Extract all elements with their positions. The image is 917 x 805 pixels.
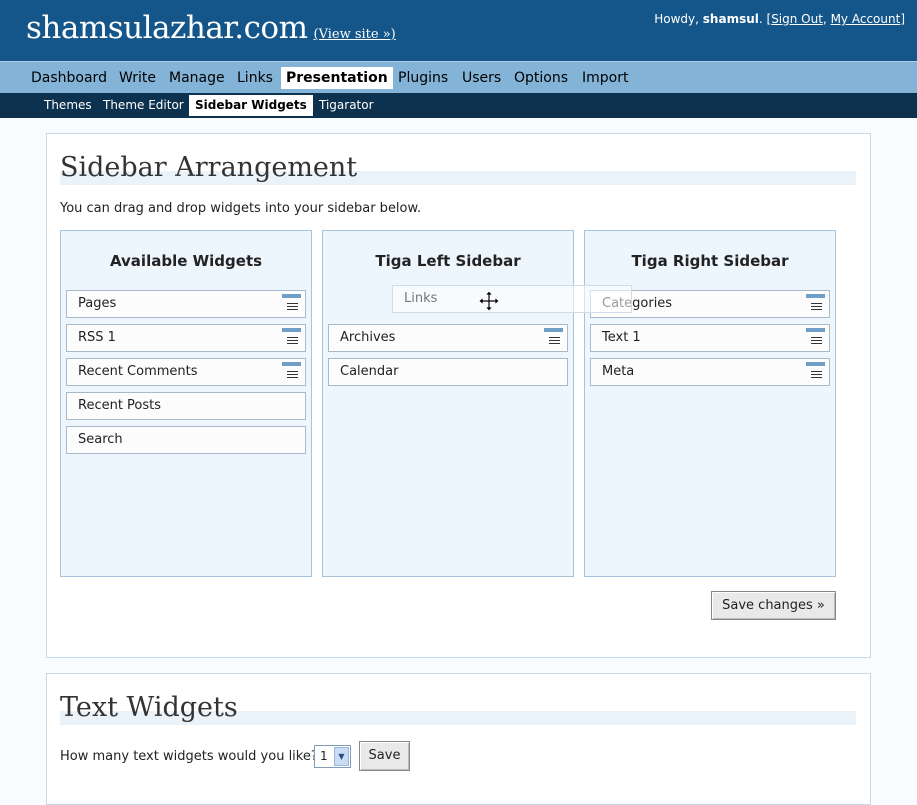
tiga-right-sidebar[interactable]: Tiga Right Sidebar Categories Text 1 Met… — [584, 230, 836, 577]
sub-menu: Themes Theme Editor Sidebar Widgets Tiga… — [0, 93, 917, 118]
widget-label: Recent Posts — [78, 398, 162, 413]
menu-plugins[interactable]: Plugins — [393, 67, 453, 89]
select-value: 1 — [320, 749, 328, 763]
menu-dashboard[interactable]: Dashboard — [26, 67, 112, 89]
username: shamsul — [702, 12, 759, 26]
widget-label: Archives — [340, 330, 396, 345]
user-info: Howdy, shamsul. [Sign Out, My Account] — [654, 12, 905, 26]
text-widgets-panel: Text Widgets How many text widgets would… — [46, 673, 871, 805]
widget-calendar[interactable]: Calendar — [328, 358, 568, 386]
widget-label: Search — [78, 432, 123, 447]
widget-label: Recent Comments — [78, 364, 198, 379]
available-widgets-title: Available Widgets — [109, 252, 263, 270]
widget-label: RSS 1 — [78, 330, 116, 345]
submenu-tigarator[interactable]: Tigarator — [313, 95, 380, 116]
view-site-link[interactable]: (View site ») — [314, 27, 396, 42]
user-info-close: ] — [900, 12, 905, 26]
intro-text: You can drag and drop widgets into your … — [60, 201, 422, 216]
site-title-text: shamsulazhar.com — [26, 10, 308, 46]
my-account-link[interactable]: My Account — [831, 12, 901, 26]
user-info-sep: . [ — [758, 12, 772, 26]
widget-options-icon[interactable] — [806, 362, 825, 382]
widget-label: Meta — [602, 364, 635, 379]
move-cursor-icon — [479, 291, 499, 311]
widget-label: Pages — [78, 296, 117, 311]
menu-import[interactable]: Import — [577, 67, 633, 89]
user-info-comma: , — [822, 12, 831, 26]
howdy-label: Howdy, — [654, 12, 703, 26]
widget-label: Text 1 — [602, 330, 641, 345]
widget-options-icon[interactable] — [806, 328, 825, 348]
text-widgets-question: How many text widgets would you like? — [60, 749, 318, 764]
widget-rss-1[interactable]: RSS 1 — [66, 324, 306, 352]
menu-links[interactable]: Links — [232, 67, 278, 89]
widget-options-icon[interactable] — [806, 294, 825, 314]
text-widgets-count-select[interactable]: 1 ▼ — [314, 745, 351, 768]
widget-label: Links — [404, 291, 438, 306]
widget-options-icon[interactable] — [282, 328, 301, 348]
widget-pages[interactable]: Pages — [66, 290, 306, 318]
text-widgets-title: Text Widgets — [60, 692, 238, 723]
sign-out-link[interactable]: Sign Out — [771, 12, 823, 26]
widget-options-icon[interactable] — [544, 328, 563, 348]
chevron-down-icon[interactable]: ▼ — [334, 747, 349, 766]
widget-options-icon[interactable] — [282, 362, 301, 382]
page-title: Sidebar Arrangement — [60, 152, 358, 183]
text-widgets-save-button[interactable]: Save — [359, 741, 410, 771]
admin-header: shamsulazhar.com (View site ») Howdy, sha… — [0, 0, 917, 61]
submenu-sidebar-widgets[interactable]: Sidebar Widgets — [189, 95, 313, 116]
widget-archives[interactable]: Archives — [328, 324, 568, 352]
available-widgets-list[interactable]: Available Widgets Pages RSS 1 Recent Com… — [60, 230, 312, 577]
sidebar-arrangement-panel: Sidebar Arrangement You can drag and dro… — [46, 133, 871, 658]
widget-label: Calendar — [340, 364, 399, 379]
menu-users[interactable]: Users — [457, 67, 506, 89]
menu-options[interactable]: Options — [509, 67, 573, 89]
submenu-theme-editor[interactable]: Theme Editor — [97, 95, 190, 116]
widget-recent-posts[interactable]: Recent Posts — [66, 392, 306, 420]
save-changes-button[interactable]: Save changes » — [711, 591, 836, 620]
admin-menu: Dashboard Write Manage Links Presentatio… — [0, 61, 917, 93]
left-sidebar-title: Tiga Left Sidebar — [375, 252, 521, 270]
widget-meta[interactable]: Meta — [590, 358, 830, 386]
tiga-left-sidebar[interactable]: Tiga Left Sidebar Archives Calendar — [322, 230, 574, 577]
dragging-widget-links[interactable]: Links — [392, 285, 632, 313]
right-sidebar-title: Tiga Right Sidebar — [631, 252, 789, 270]
menu-manage[interactable]: Manage — [164, 67, 230, 89]
widget-options-icon[interactable] — [282, 294, 301, 314]
site-title: shamsulazhar.com (View site ») — [26, 10, 396, 46]
widget-text-1[interactable]: Text 1 — [590, 324, 830, 352]
widget-search[interactable]: Search — [66, 426, 306, 454]
menu-write[interactable]: Write — [114, 67, 161, 89]
widget-recent-comments[interactable]: Recent Comments — [66, 358, 306, 386]
menu-presentation[interactable]: Presentation — [281, 67, 393, 89]
submenu-themes[interactable]: Themes — [38, 95, 98, 116]
